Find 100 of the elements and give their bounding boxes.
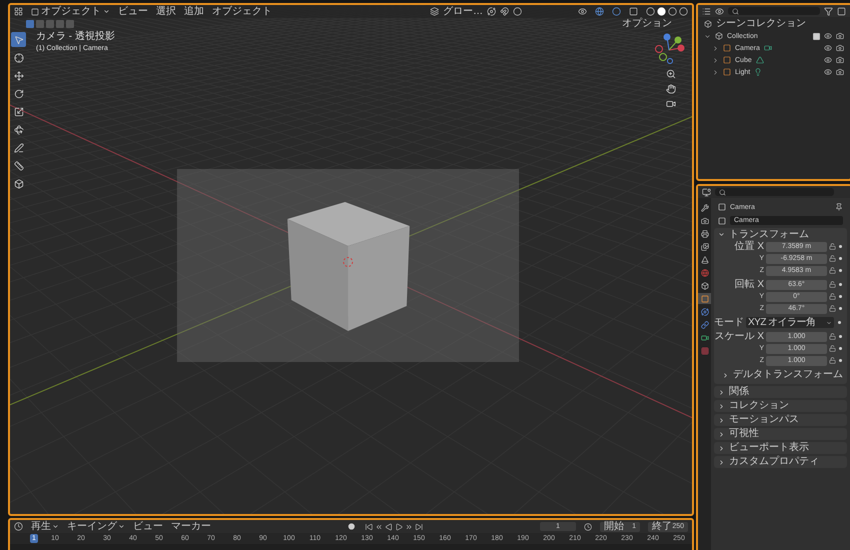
- disclosure-icon[interactable]: [704, 32, 711, 40]
- wireframe-shading-icon[interactable]: [646, 7, 655, 16]
- menu-item[interactable]: オブジェクト: [212, 6, 272, 16]
- play-icon[interactable]: [395, 522, 403, 530]
- disclosure-icon[interactable]: [712, 68, 719, 76]
- lock-icon[interactable]: [829, 267, 836, 274]
- lightbulb-icon: [754, 68, 762, 76]
- lock-icon[interactable]: [829, 293, 836, 300]
- zoom-icon[interactable]: [666, 69, 676, 79]
- record-icon[interactable]: [348, 523, 355, 530]
- pen-icon: [14, 142, 24, 152]
- lock-icon[interactable]: [829, 333, 836, 340]
- search-icon: [732, 8, 739, 14]
- orbit-icon: [700, 308, 708, 316]
- field-label: 位置 X: [734, 242, 764, 252]
- menu-item[interactable]: 選択: [156, 6, 176, 16]
- rendered-shading-icon[interactable]: [679, 7, 688, 16]
- panel-header[interactable]: トランスフォーム: [714, 228, 847, 241]
- lock-icon[interactable]: [829, 357, 836, 364]
- editor-type-icon[interactable]: [14, 522, 23, 531]
- mode-dropdown[interactable]: オブジェクト: [31, 6, 110, 16]
- panel-header[interactable]: 関係: [714, 386, 847, 398]
- search-field[interactable]: [715, 188, 834, 196]
- panel-header[interactable]: コレクション: [714, 400, 847, 412]
- camera-icon[interactable]: [836, 44, 844, 52]
- axis-gizmo-icon: [655, 32, 687, 64]
- snap-icon[interactable]: [500, 7, 509, 16]
- jump-start-icon[interactable]: [365, 522, 373, 530]
- printer-icon: [700, 230, 708, 238]
- clock-icon[interactable]: [584, 522, 592, 530]
- outliner-item-label[interactable]: シーンコレクション: [716, 19, 806, 29]
- play-reverse-icon[interactable]: [385, 522, 393, 530]
- panel-header[interactable]: カスタムプロパティ: [714, 456, 847, 468]
- caret-icon: [52, 523, 59, 530]
- eye-icon[interactable]: [824, 44, 832, 52]
- eye-icon[interactable]: [824, 32, 832, 40]
- lock-icon[interactable]: [829, 305, 836, 312]
- globe-icon: [700, 268, 708, 276]
- menu-item[interactable]: 追加: [184, 6, 204, 16]
- video-camera-icon: [700, 334, 708, 342]
- video-camera-icon[interactable]: [666, 99, 676, 109]
- square-icon: [700, 294, 708, 302]
- display-mode-icon[interactable]: [715, 6, 724, 16]
- transform-orientation-icon: [430, 7, 439, 16]
- exclude-checkbox[interactable]: [813, 32, 820, 40]
- lock-icon[interactable]: [829, 255, 836, 262]
- jump-end-icon[interactable]: [415, 522, 423, 530]
- panel-header[interactable]: ビューポート表示: [714, 442, 847, 454]
- camera-icon[interactable]: [836, 56, 844, 64]
- subpanel-header[interactable]: デルタトランスフォーム: [714, 369, 843, 381]
- images-icon: [700, 242, 708, 250]
- mode-dropdown[interactable]: XYZ オイラー角: [746, 317, 834, 328]
- object-mode-icon: [31, 8, 39, 16]
- caret-icon: [103, 8, 110, 15]
- camera-icon[interactable]: [836, 32, 844, 40]
- menu-item[interactable]: マーカー: [171, 522, 211, 532]
- lock-icon[interactable]: [829, 243, 836, 250]
- disclosure-icon[interactable]: [712, 44, 719, 52]
- material-shading-icon[interactable]: [668, 7, 677, 16]
- checker-icon: [700, 346, 708, 354]
- crosshair-icon: [14, 52, 24, 62]
- visibility-icon[interactable]: [578, 7, 587, 16]
- collection-icon: [715, 32, 723, 40]
- video-camera-icon: [764, 44, 772, 52]
- start-label: 開始: [604, 522, 624, 532]
- disclosure-icon[interactable]: [712, 56, 719, 64]
- solid-shading-icon[interactable]: [657, 7, 666, 16]
- menu-item[interactable]: ビュー: [133, 522, 163, 532]
- cursor-arrow-icon: [14, 34, 24, 44]
- previous-keyframe-icon[interactable]: [375, 522, 383, 530]
- rotate-icon: [14, 88, 24, 98]
- pivot-dropdown[interactable]: グロー…: [443, 6, 483, 16]
- view-title: カメラ - 透視投影: [36, 32, 116, 42]
- panel-header[interactable]: 可視性: [714, 428, 847, 440]
- menu-item[interactable]: ビュー: [118, 6, 148, 16]
- caret-icon: [118, 523, 125, 530]
- field-label: 回転 X: [734, 280, 764, 290]
- pivot-icon[interactable]: [487, 7, 496, 16]
- filter-icon[interactable]: [824, 6, 833, 16]
- hand-icon[interactable]: [666, 84, 676, 94]
- lock-icon[interactable]: [829, 345, 836, 352]
- menu-item[interactable]: 再生: [31, 522, 59, 532]
- options-dropdown[interactable]: オプション: [622, 19, 672, 29]
- gizmo-icon[interactable]: [595, 7, 604, 16]
- camera-icon[interactable]: [836, 68, 844, 76]
- cursor-arrow-tool[interactable]: [11, 32, 26, 47]
- transform-icon: [14, 124, 24, 134]
- cone-icon: [700, 256, 708, 264]
- pin-icon[interactable]: [835, 203, 843, 211]
- menu-item[interactable]: キーイング: [67, 522, 125, 532]
- editor-type-icon[interactable]: [14, 7, 23, 16]
- search-field[interactable]: [728, 7, 820, 15]
- lock-icon[interactable]: [829, 281, 836, 288]
- next-keyframe-icon[interactable]: [405, 522, 413, 530]
- eye-icon[interactable]: [824, 68, 832, 76]
- editor-type-icon[interactable]: [702, 6, 711, 16]
- ruler-icon: [14, 160, 24, 170]
- panel-header[interactable]: モーションパス: [714, 414, 847, 426]
- editor-type-icon[interactable]: [702, 188, 711, 196]
- eye-icon[interactable]: [824, 56, 832, 64]
